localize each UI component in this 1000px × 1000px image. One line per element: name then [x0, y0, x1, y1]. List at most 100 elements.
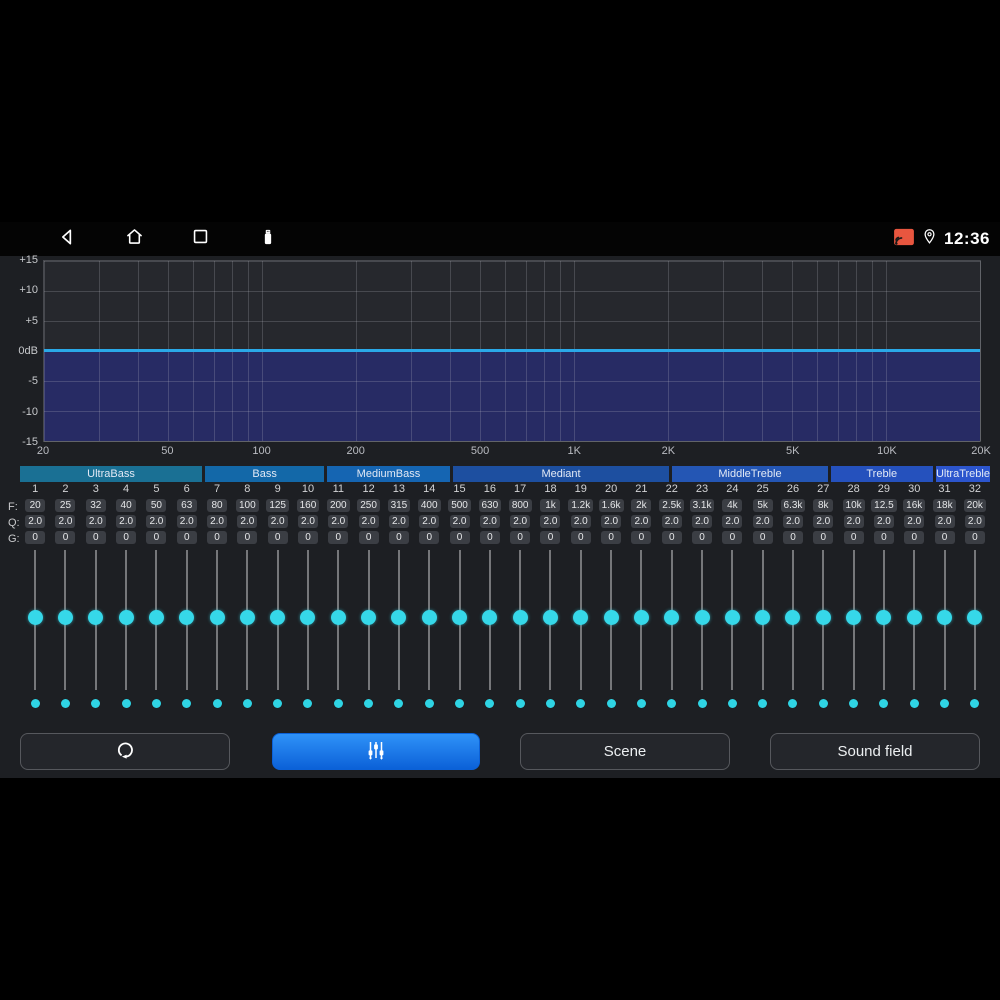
band-frequency-value[interactable]: 10k	[842, 499, 865, 512]
band-q-value[interactable]: 2.0	[934, 515, 955, 528]
band-frequency-value[interactable]: 16k	[903, 499, 926, 512]
slider-knob[interactable]	[664, 610, 680, 625]
band-frequency-value[interactable]: 160	[296, 499, 320, 512]
band-dot[interactable]	[849, 698, 859, 708]
gain-slider[interactable]	[232, 548, 262, 692]
band-gain-value[interactable]: 0	[813, 531, 834, 544]
band-frequency-value[interactable]: 250	[357, 499, 380, 512]
usb-indicator[interactable]	[256, 227, 280, 251]
band-frequency-value[interactable]: 5k	[752, 499, 773, 512]
band-q-value[interactable]: 2.0	[692, 515, 713, 528]
slider-knob[interactable]	[603, 610, 619, 625]
band-dot[interactable]	[940, 698, 950, 708]
band-gain-value[interactable]: 0	[540, 531, 561, 544]
band-q-value[interactable]: 2.0	[25, 515, 46, 528]
band-dot[interactable]	[151, 698, 161, 708]
band-frequency-value[interactable]: 40	[116, 499, 137, 512]
band-frequency-value[interactable]: 315	[387, 499, 411, 512]
gain-slider[interactable]	[293, 548, 323, 692]
band-dot[interactable]	[394, 698, 404, 708]
gain-slider[interactable]	[626, 548, 656, 692]
band-q-value[interactable]: 2.0	[419, 515, 440, 528]
gain-slider[interactable]	[202, 548, 232, 692]
slider-knob[interactable]	[209, 610, 225, 625]
gain-slider[interactable]	[869, 548, 899, 692]
band-dot[interactable]	[424, 698, 434, 708]
slider-knob[interactable]	[57, 610, 73, 625]
gain-slider[interactable]	[81, 548, 111, 692]
band-q-value[interactable]: 2.0	[904, 515, 925, 528]
band-gain-value[interactable]: 0	[419, 531, 440, 544]
gain-slider[interactable]	[899, 548, 929, 692]
band-dot[interactable]	[697, 698, 707, 708]
slider-knob[interactable]	[815, 610, 831, 625]
band-frequency-value[interactable]: 500	[448, 499, 471, 512]
band-frequency-value[interactable]: 100	[236, 499, 259, 512]
band-gain-value[interactable]: 0	[631, 531, 652, 544]
band-dot[interactable]	[91, 698, 101, 708]
band-gain-value[interactable]: 0	[692, 531, 713, 544]
gain-slider[interactable]	[808, 548, 838, 692]
back-button[interactable]	[55, 227, 79, 251]
gain-slider[interactable]	[566, 548, 596, 692]
gain-slider[interactable]	[838, 548, 868, 692]
band-gain-value[interactable]: 0	[388, 531, 409, 544]
slider-knob[interactable]	[846, 610, 862, 625]
gain-slider[interactable]	[960, 548, 990, 692]
band-q-value[interactable]: 2.0	[176, 515, 197, 528]
slider-knob[interactable]	[694, 610, 710, 625]
band-gain-value[interactable]: 0	[116, 531, 137, 544]
band-frequency-value[interactable]: 18k	[933, 499, 956, 512]
band-gain-value[interactable]: 0	[782, 531, 803, 544]
recents-button[interactable]	[188, 227, 212, 251]
band-frequency-value[interactable]: 6.3k	[780, 499, 806, 512]
band-q-value[interactable]: 2.0	[297, 515, 318, 528]
band-q-value[interactable]: 2.0	[116, 515, 137, 528]
band-q-value[interactable]: 2.0	[267, 515, 288, 528]
band-dot[interactable]	[545, 698, 555, 708]
band-frequency-value[interactable]: 20	[25, 499, 46, 512]
band-frequency-value[interactable]: 630	[478, 499, 502, 512]
slider-knob[interactable]	[300, 610, 316, 625]
band-dot[interactable]	[909, 698, 919, 708]
slider-knob[interactable]	[88, 610, 104, 625]
band-gain-value[interactable]: 0	[964, 531, 985, 544]
band-dot[interactable]	[636, 698, 646, 708]
band-dot[interactable]	[788, 698, 798, 708]
band-q-value[interactable]: 2.0	[661, 515, 682, 528]
home-button[interactable]	[122, 227, 146, 251]
band-frequency-value[interactable]: 25	[55, 499, 76, 512]
band-dot[interactable]	[212, 698, 222, 708]
band-q-value[interactable]: 2.0	[722, 515, 743, 528]
slider-knob[interactable]	[876, 610, 892, 625]
band-q-value[interactable]: 2.0	[540, 515, 561, 528]
band-q-value[interactable]: 2.0	[843, 515, 864, 528]
slider-knob[interactable]	[27, 610, 43, 625]
band-q-value[interactable]: 2.0	[146, 515, 167, 528]
slider-knob[interactable]	[239, 610, 255, 625]
gain-slider[interactable]	[111, 548, 141, 692]
slider-knob[interactable]	[724, 610, 740, 625]
band-gain-value[interactable]: 0	[570, 531, 591, 544]
band-q-value[interactable]: 2.0	[55, 515, 76, 528]
slider-knob[interactable]	[755, 610, 771, 625]
scene-button[interactable]: Scene	[520, 733, 730, 770]
gain-slider[interactable]	[657, 548, 687, 692]
slider-knob[interactable]	[633, 610, 649, 625]
band-frequency-value[interactable]: 2k	[631, 499, 652, 512]
band-gain-value[interactable]: 0	[904, 531, 925, 544]
gain-slider[interactable]	[141, 548, 171, 692]
band-q-value[interactable]: 2.0	[873, 515, 894, 528]
band-q-value[interactable]: 2.0	[964, 515, 985, 528]
band-frequency-value[interactable]: 1.2k	[568, 499, 594, 512]
band-gain-value[interactable]: 0	[752, 531, 773, 544]
slider-knob[interactable]	[512, 610, 528, 625]
gain-slider[interactable]	[475, 548, 505, 692]
band-frequency-value[interactable]: 1k	[540, 499, 561, 512]
band-q-value[interactable]: 2.0	[570, 515, 591, 528]
band-dot[interactable]	[364, 698, 374, 708]
reset-button[interactable]	[20, 733, 230, 770]
band-frequency-value[interactable]: 20k	[963, 499, 986, 512]
band-gain-value[interactable]: 0	[358, 531, 379, 544]
slider-knob[interactable]	[542, 610, 558, 625]
